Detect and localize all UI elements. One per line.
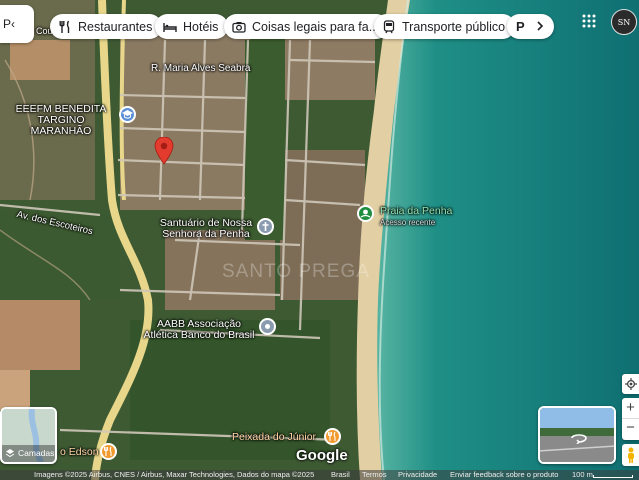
location-pin-icon[interactable] [154, 137, 174, 165]
search-input[interactable]: P‹ [0, 5, 34, 43]
chip-restaurants[interactable]: Restaurantes [50, 14, 163, 39]
church-poi-icon[interactable] [257, 218, 274, 235]
scale-bar [593, 475, 633, 478]
chip-hotels[interactable]: Hotéis [155, 14, 229, 39]
google-logo: Google [296, 447, 348, 464]
church-label[interactable]: Santuário de Nossa Senhora da Penha [154, 218, 258, 240]
beach-label[interactable]: Praia da Penha [380, 206, 452, 217]
privacy-link[interactable]: Privacidade [398, 470, 437, 480]
club-label[interactable]: AABB Associação Atlética Banco do Brasil [140, 319, 258, 341]
pegman-icon [627, 447, 634, 463]
chip-label: Restaurantes [78, 19, 153, 34]
transit-icon [383, 19, 395, 33]
layers-label: Camadas [18, 448, 55, 458]
attribution-footer: Imagens ©2025 Airbus, CNES / Airbus, Max… [0, 470, 639, 480]
street-view-preview[interactable] [538, 406, 616, 464]
restaurant-poi-icon-2[interactable] [100, 443, 117, 460]
chip-label: Coisas legais para fa... [252, 19, 380, 34]
chip-things-to-do[interactable]: Coisas legais para fa... [224, 14, 390, 39]
layers-icon [5, 449, 15, 458]
restaurant-icon [59, 20, 70, 33]
beach-poi-icon[interactable] [357, 205, 374, 222]
chip-public-transport[interactable]: Transporte público [374, 14, 516, 39]
restaurant-label-peixada[interactable]: Peixada do Júnior [232, 432, 316, 443]
parking-icon: P [516, 19, 525, 34]
chip-parking[interactable]: P [507, 14, 554, 39]
zoom-in-button[interactable]: + [622, 398, 639, 419]
my-location-button[interactable] [622, 374, 639, 394]
my-location-icon [624, 378, 637, 390]
school-label[interactable]: EEEFM BENEDITA TARGINO MARANHÃO [6, 104, 116, 137]
school-poi-icon[interactable] [119, 106, 136, 123]
chip-label: Transporte público [402, 19, 506, 34]
hotel-bed-icon [163, 22, 177, 32]
street-label-maria-alves-seabra: R. Maria Alves Seabra [151, 63, 251, 74]
club-poi-icon[interactable] [259, 318, 276, 335]
pegman-button[interactable] [622, 444, 639, 466]
layers-button[interactable]: Camadas [0, 407, 57, 464]
search-input-text: P‹ [3, 17, 15, 31]
feedback-link[interactable]: Enviar feedback sobre o produto [450, 470, 558, 480]
account-avatar[interactable]: SN [611, 9, 637, 35]
watermark-text: SANTO PREGA [222, 261, 370, 282]
beach-sublabel: Acesso recente [380, 218, 436, 227]
terms-link[interactable]: Termos [362, 470, 387, 480]
zoom-out-button[interactable]: − [622, 419, 639, 439]
apps-grid-icon[interactable] [582, 14, 596, 28]
rotate-360-icon [571, 434, 587, 444]
scale-label[interactable]: 100 m [572, 470, 593, 480]
imagery-attribution: Imagens ©2025 Airbus, CNES / Airbus, Max… [34, 470, 315, 479]
restaurant-label-edson[interactable]: o Edson [60, 447, 99, 458]
chip-label: Hotéis [183, 19, 219, 34]
restaurant-poi-icon[interactable] [324, 428, 341, 445]
avatar-initials: SN [617, 17, 631, 27]
camera-icon [232, 21, 246, 33]
zoom-controls: + − [622, 398, 639, 440]
chevron-right-icon[interactable] [534, 20, 546, 32]
country-link[interactable]: Brasil [331, 470, 350, 480]
